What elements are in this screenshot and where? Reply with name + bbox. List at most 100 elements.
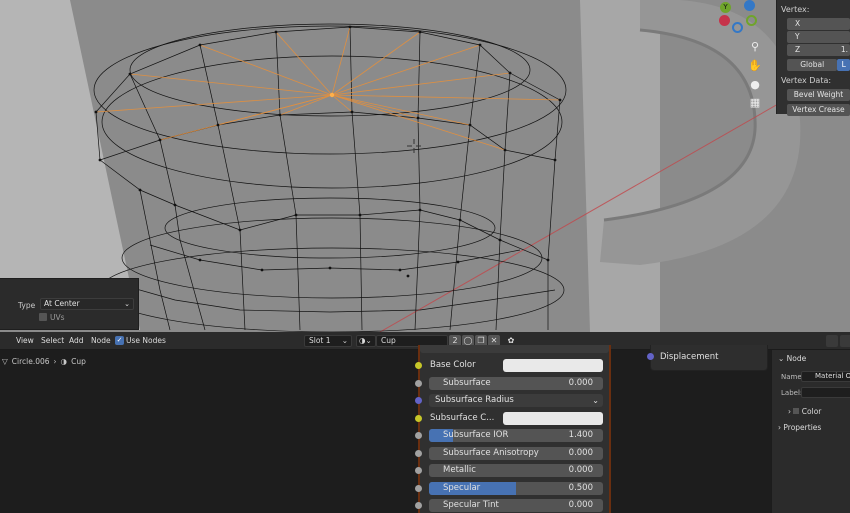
breadcrumb-material: Cup [71, 357, 86, 366]
breadcrumb-object: Circle.006 [11, 357, 50, 366]
bsdf-row: Subsurface Anisotropy 0.000 [415, 445, 609, 463]
menu-select[interactable]: Select [41, 336, 64, 345]
material-browse-button[interactable]: ◑⌄ [356, 335, 376, 347]
value-slider[interactable]: Specular 0.500 [429, 481, 603, 495]
slot-dropdown[interactable]: Slot 1 ⌄ [304, 335, 352, 347]
node-name-value: Material O [815, 372, 850, 380]
type-dropdown[interactable]: At Center ⌄ [40, 298, 134, 310]
slider-value: 0.000 [568, 500, 593, 510]
mesh-icon: ▽ [2, 357, 8, 366]
material-sphere-icon: ◑⌄ [359, 336, 372, 345]
color-input-label: Base Color [430, 360, 476, 370]
node-section-header[interactable]: ⌄ Node [778, 354, 806, 363]
type-value: At Center [44, 299, 80, 308]
value-slider[interactable]: Subsurface Anisotropy 0.000 [429, 446, 603, 460]
operator-panel: Type At Center ⌄ UVs [0, 278, 139, 330]
hand-icon[interactable]: ✋ [747, 58, 763, 74]
color-swatch[interactable] [503, 359, 603, 372]
chevron-down-icon: ⌄ [341, 336, 348, 345]
node-label-field[interactable] [801, 387, 850, 398]
local-button[interactable]: L [837, 59, 850, 71]
breadcrumb: ▽ Circle.006 › ◑ Cup [2, 357, 86, 366]
value-slider[interactable]: Metallic 0.000 [429, 464, 603, 477]
vertex-y-field[interactable]: Y [787, 31, 850, 43]
slider-value: 0.500 [568, 482, 593, 493]
type-label: Type [18, 301, 36, 310]
properties-section-header[interactable]: › Properties [778, 423, 821, 432]
input-socket[interactable] [415, 379, 422, 387]
material-output-node[interactable]: Displacement [647, 345, 768, 371]
value-slider[interactable]: Specular Tint 0.000 [429, 499, 603, 512]
x-label: X [795, 19, 801, 28]
node-name-field[interactable]: Material O [801, 371, 850, 382]
overlay-icon[interactable] [840, 335, 850, 347]
slot-value: Slot 1 [309, 336, 331, 345]
bsdf-row: Metallic 0.000 [415, 462, 609, 480]
bsdf-row: Base Color [415, 357, 609, 375]
3d-viewport[interactable]: Y ⚲ ✋ ● ▦ Vertex: X Y Z 1. Global L Verte… [0, 0, 850, 332]
global-button[interactable]: Global [787, 59, 838, 71]
slider-value: 0.000 [568, 447, 593, 458]
color-swatch[interactable] [503, 411, 603, 425]
input-socket[interactable] [415, 502, 422, 509]
value-slider[interactable]: Subsurface IOR 1.400 [429, 429, 603, 442]
label-label: Label: [781, 389, 803, 397]
node-title-bar[interactable] [420, 345, 609, 353]
z-label: Z [795, 45, 801, 54]
color-section-header[interactable]: › Color [788, 407, 821, 416]
vertex-crease-field[interactable]: Vertex Crease [787, 104, 850, 116]
gizmo-neg-z-axis[interactable] [732, 22, 743, 33]
chevron-right-icon: › [53, 357, 57, 366]
gizmo-y-axis[interactable]: Y [720, 2, 731, 13]
bsdf-row: Subsurface IOR 1.400 [415, 427, 609, 445]
input-socket[interactable] [415, 414, 422, 422]
material-name: Cup [381, 336, 396, 345]
vertex-header: Vertex: [781, 5, 810, 14]
options-icon[interactable] [826, 335, 838, 347]
color-input-label: Subsurface C... [430, 412, 495, 423]
input-socket[interactable] [415, 484, 422, 492]
color-checkbox[interactable] [793, 408, 800, 414]
z-value: 1. [840, 45, 848, 54]
bevel-weight-field[interactable]: Bevel Weight [787, 89, 850, 101]
chevron-down-icon: ⌄ [592, 396, 599, 405]
menu-add[interactable]: Add [69, 336, 84, 345]
item-sidebar: Vertex: X Y Z 1. Global L Vertex Data: Be… [776, 0, 850, 116]
menu-node[interactable]: Node [91, 336, 111, 345]
material-sphere-icon: ◑ [60, 357, 68, 366]
input-socket[interactable] [415, 362, 422, 369]
bsdf-row: Subsurface 0.000 [415, 375, 609, 393]
zoom-icon[interactable]: ⚲ [747, 39, 763, 55]
input-socket[interactable] [415, 432, 422, 439]
bsdf-row: Specular Tint 0.000 [415, 497, 609, 513]
camera-icon[interactable]: ● [747, 77, 763, 93]
menu-view[interactable]: View [16, 336, 34, 345]
bsdf-row: Subsurface Radius ⌄ [415, 392, 609, 410]
vertex-x-field[interactable]: X [787, 18, 850, 30]
uvs-checkbox[interactable] [39, 313, 47, 321]
use-nodes-checkbox[interactable]: ✓ [115, 336, 124, 345]
use-nodes-label: Use Nodes [126, 336, 166, 345]
node-properties-sidebar: ⌄ Node Name: Material O Label: › Color ›… [771, 350, 850, 513]
y-label: Y [795, 32, 800, 41]
displacement-label: Displacement [660, 352, 719, 362]
slider-value: 0.000 [568, 377, 593, 388]
chevron-down-icon: ⌄ [124, 300, 130, 308]
input-socket[interactable] [415, 449, 422, 457]
gizmo-x-axis[interactable] [719, 15, 730, 26]
grid-icon[interactable]: ▦ [747, 95, 763, 111]
displacement-socket[interactable] [647, 353, 654, 360]
selected-vertex [329, 92, 335, 98]
subsurface-radius-dropdown[interactable]: Subsurface Radius ⌄ [429, 394, 603, 407]
dropdown-label: Subsurface Radius [435, 395, 514, 405]
principled-bsdf-node[interactable]: Base Color Subsurface 0.000 Subsurface Radi… [415, 345, 611, 513]
gizmo-z-axis[interactable] [744, 0, 755, 11]
gizmo-neg-x-axis[interactable] [746, 15, 757, 26]
node-canvas[interactable]: ▽ Circle.006 › ◑ Cup [0, 350, 770, 513]
value-slider[interactable]: Subsurface 0.000 [429, 376, 603, 390]
space-toggle[interactable]: Global L [787, 59, 850, 71]
vertex-z-field[interactable]: Z 1. [787, 44, 850, 56]
input-socket[interactable] [415, 467, 422, 474]
input-socket[interactable] [415, 397, 422, 404]
bsdf-row: Specular 0.500 [415, 480, 609, 498]
